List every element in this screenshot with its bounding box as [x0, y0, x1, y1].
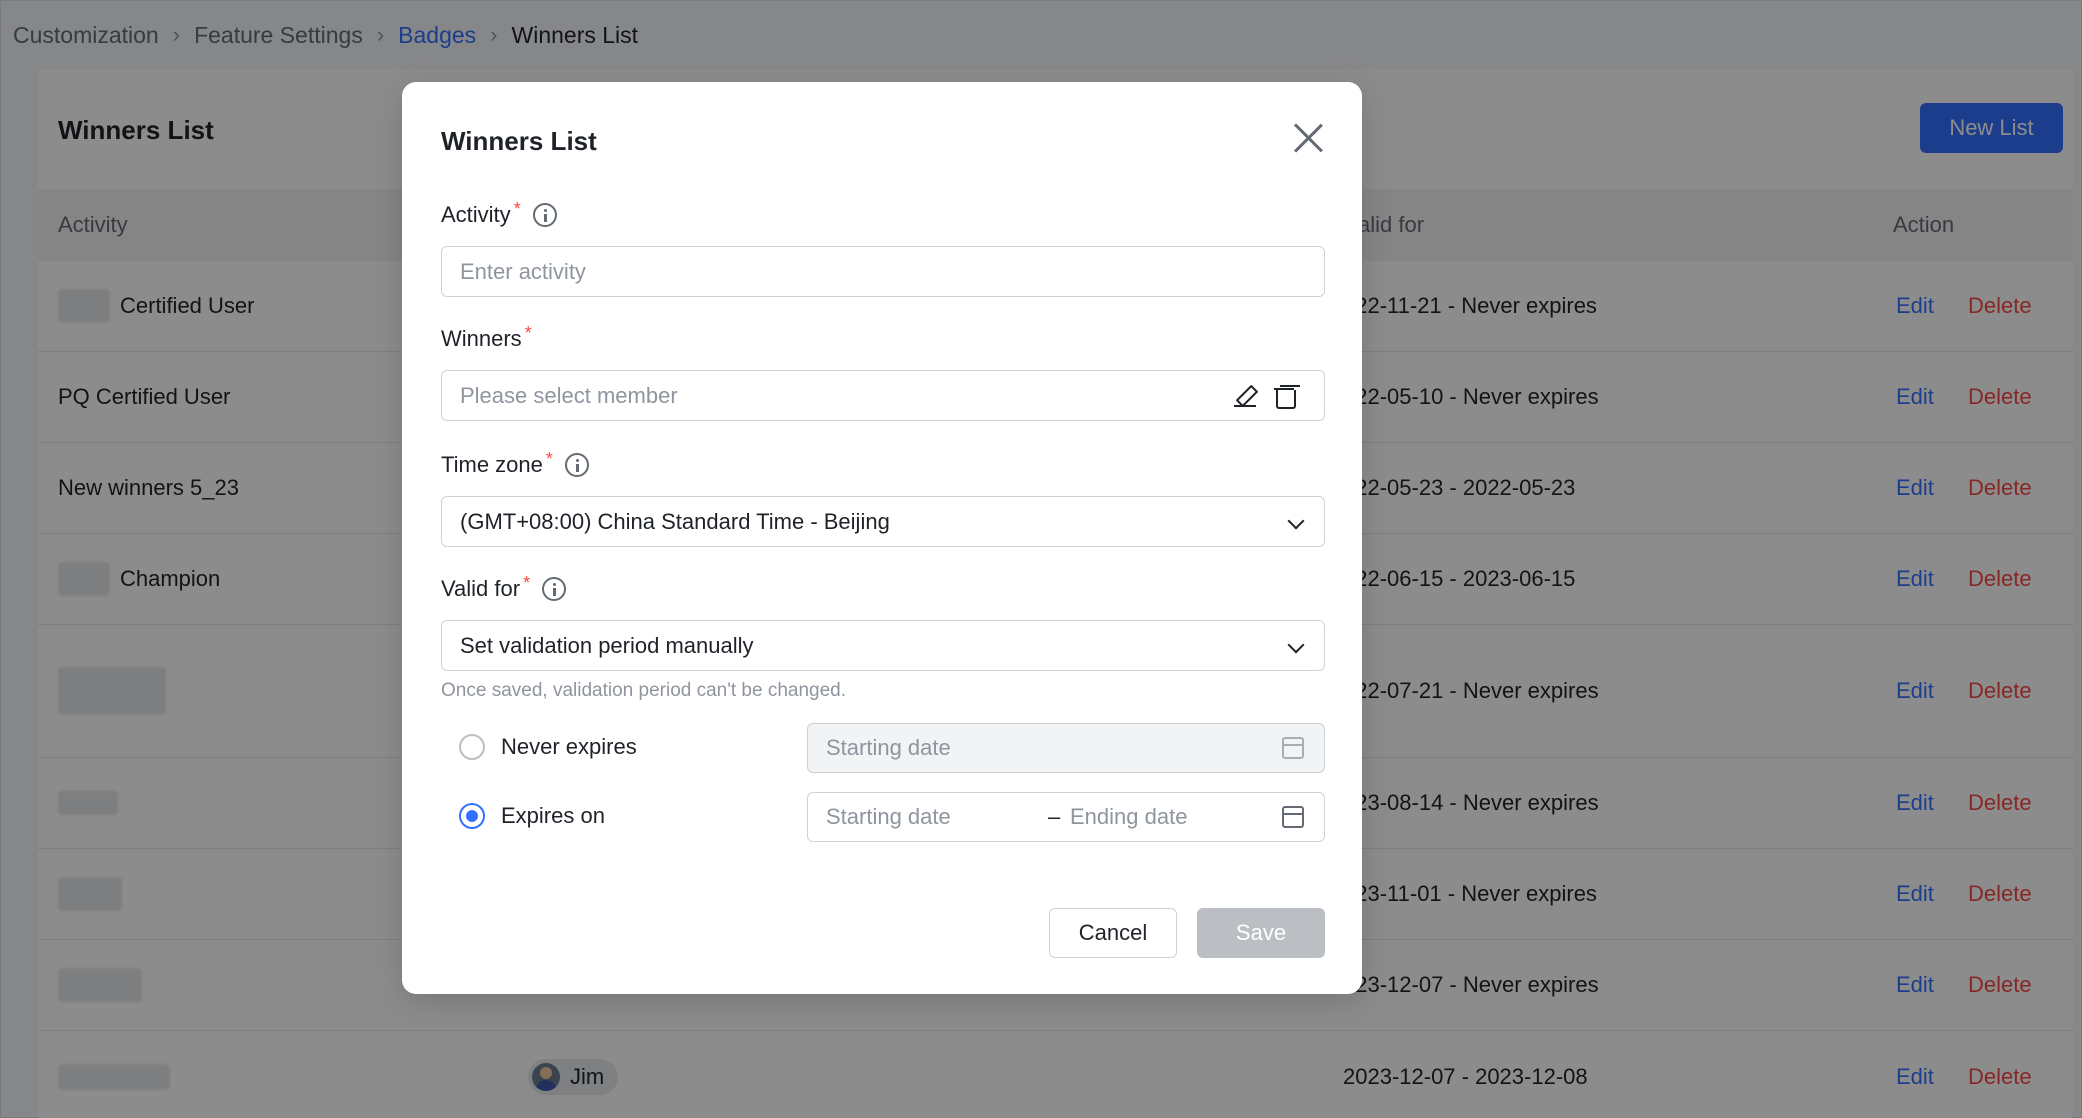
required-marker: * [513, 198, 521, 219]
winners-placeholder: Please select member [460, 382, 678, 408]
close-icon[interactable] [1292, 122, 1324, 154]
validation-hint: Once saved, validation period can't be c… [441, 680, 847, 701]
valid-for-label: Valid for * [441, 572, 567, 602]
winners-label-text: Winners [441, 326, 522, 351]
chevron-down-icon [1287, 512, 1305, 530]
timezone-select[interactable]: (GMT+08:00) China Standard Time - Beijin… [441, 496, 1325, 547]
activity-label-text: Activity [441, 202, 511, 227]
winners-field-icons [1234, 385, 1296, 409]
info-icon[interactable] [542, 577, 567, 601]
never-expires-start-date: Starting date [807, 723, 1325, 773]
valid-for-select[interactable]: Set validation period manually [441, 620, 1325, 671]
timezone-value: (GMT+08:00) China Standard Time - Beijin… [460, 508, 890, 534]
never-expires-label: Never expires [501, 734, 637, 759]
activity-placeholder: Enter activity [460, 258, 586, 284]
edit-icon[interactable] [1234, 385, 1256, 407]
expires-on-option[interactable]: Expires on [459, 803, 605, 829]
dialog-title: Winners List [441, 126, 597, 156]
winners-selector[interactable]: Please select member [441, 370, 1325, 421]
activity-input[interactable]: Enter activity [441, 246, 1325, 297]
valid-for-label-text: Valid for [441, 576, 521, 601]
winners-label: Winners * [441, 322, 532, 352]
valid-for-value: Set validation period manually [460, 632, 754, 658]
save-button[interactable]: Save [1197, 908, 1325, 958]
activity-label: Activity * [441, 198, 557, 228]
cancel-button[interactable]: Cancel [1049, 908, 1177, 958]
start-date-placeholder[interactable]: Starting date [826, 804, 951, 830]
calendar-icon [1282, 737, 1304, 759]
timezone-label-text: Time zone [441, 452, 543, 477]
chevron-down-icon [1287, 636, 1305, 654]
required-marker: * [523, 572, 531, 593]
never-expires-radio[interactable] [459, 734, 485, 760]
date-range-picker[interactable]: Starting date – Ending date [807, 792, 1325, 842]
winners-list-dialog: Winners List Activity * Enter activity W… [402, 82, 1362, 994]
timezone-label: Time zone * [441, 448, 589, 478]
calendar-icon[interactable] [1282, 806, 1304, 828]
expires-on-radio[interactable] [459, 803, 485, 829]
expires-on-label: Expires on [501, 803, 605, 828]
never-expires-option[interactable]: Never expires [459, 734, 637, 760]
required-marker: * [545, 448, 553, 469]
range-separator: – [1048, 804, 1061, 829]
trash-icon[interactable] [1274, 385, 1296, 409]
end-date-placeholder[interactable]: Ending date [1070, 804, 1187, 830]
info-icon[interactable] [564, 453, 589, 477]
required-marker: * [524, 322, 532, 343]
start-date-placeholder: Starting date [826, 735, 951, 760]
info-icon[interactable] [532, 203, 557, 227]
